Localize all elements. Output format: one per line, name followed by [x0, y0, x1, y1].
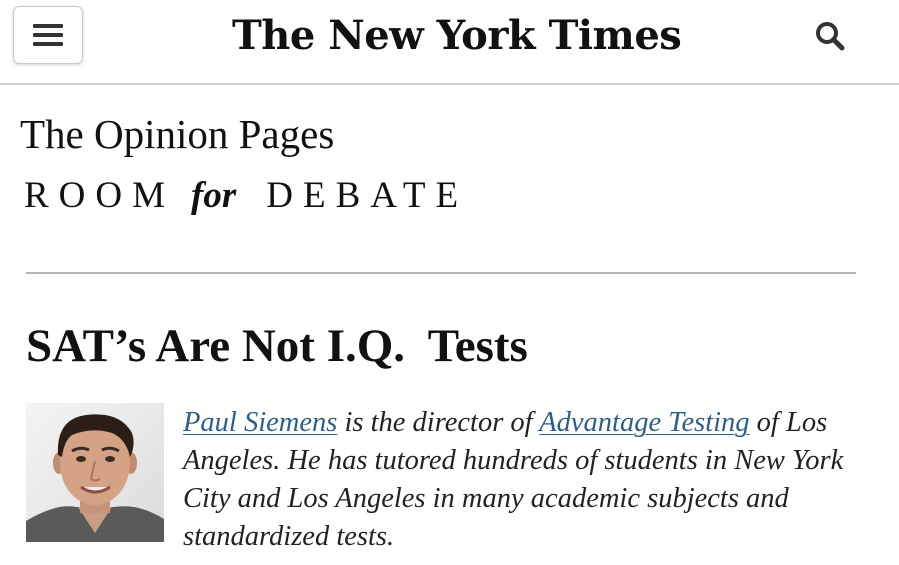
section-title[interactable]: The Opinion Pages: [20, 108, 334, 160]
search-button[interactable]: [808, 14, 852, 58]
rfd-debate-text: DEBATE: [266, 175, 469, 216]
room-for-debate-logo[interactable]: ROOM for DEBATE: [24, 174, 468, 226]
section-divider: [26, 272, 856, 274]
author-portrait-image: [26, 403, 164, 542]
menu-button[interactable]: [13, 6, 83, 64]
rfd-room-text: ROOM: [24, 175, 176, 216]
hamburger-menu-icon: [33, 24, 63, 46]
bio-text-1: is the director of: [337, 407, 540, 438]
organization-link[interactable]: Advantage Testing: [539, 407, 749, 438]
author-bio: Paul Siemens is the director of Advantag…: [183, 404, 873, 556]
rfd-for-text: for: [191, 175, 237, 216]
author-name-link[interactable]: Paul Siemens: [183, 407, 337, 438]
article-headline: SAT’s Are Not I.Q. Tests: [26, 320, 528, 372]
nyt-masthead-logo[interactable]: The New York Times: [232, 6, 682, 66]
search-icon: [816, 22, 845, 51]
top-navigation-bar: The New York Times: [0, 0, 899, 85]
author-photo: [26, 403, 164, 542]
